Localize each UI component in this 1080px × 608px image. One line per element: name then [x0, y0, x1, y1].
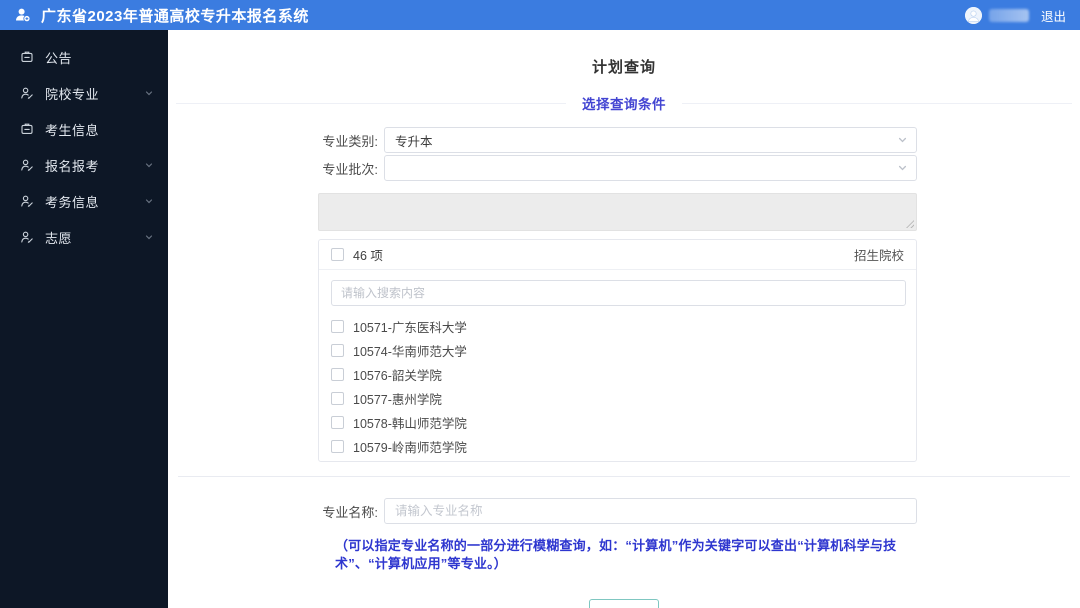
sidebar: 公告 院校专业 考生信息 报名报考 考务信息 志愿	[0, 30, 168, 608]
panel-right-label: 招生院校	[853, 249, 904, 263]
main-content: 计划查询 选择查询条件 专业类别: 专升本 专业批次: 46 项 招生院校 请输…	[168, 30, 1080, 608]
chevron-down-icon	[897, 163, 908, 174]
list-item[interactable]: 10576-韶关学院	[331, 362, 904, 386]
institution-search-input[interactable]	[331, 280, 906, 306]
sidebar-item-college-majors[interactable]: 院校专业	[0, 75, 168, 111]
app-header: 广东省2023年普通高校专升本报名系统 退出	[0, 0, 1080, 30]
institution-panel-header: 46 项 招生院校	[319, 240, 916, 270]
person-add-icon	[14, 6, 32, 24]
sidebar-item-label: 公告	[45, 50, 73, 66]
item-count: 46 项	[353, 249, 383, 263]
chevron-down-icon	[144, 88, 154, 98]
person-edit-icon	[20, 194, 34, 208]
major-name-input[interactable]	[384, 498, 917, 524]
batch-label: 专业批次:	[322, 161, 378, 177]
sidebar-item-label: 考务信息	[45, 194, 100, 210]
sidebar-item-label: 考生信息	[45, 122, 100, 138]
item-checkbox[interactable]	[331, 391, 344, 405]
app-title: 广东省2023年普通高校专升本报名系统	[41, 7, 309, 25]
user-avatar-icon	[964, 6, 982, 24]
section-separator	[178, 476, 1070, 477]
list-item[interactable]: 10574-华南师范大学	[331, 338, 904, 362]
item-checkbox[interactable]	[331, 319, 344, 333]
chevron-down-icon	[144, 196, 154, 206]
item-checkbox[interactable]	[331, 367, 344, 381]
major-name-row: 专业名称:	[318, 498, 917, 524]
sidebar-item-candidate-info[interactable]: 考生信息	[0, 111, 168, 147]
person-edit-icon	[20, 230, 34, 244]
item-checkbox[interactable]	[331, 439, 344, 453]
query-button[interactable]: 查 询	[588, 599, 660, 608]
item-checkbox[interactable]	[331, 415, 344, 429]
notice-board-icon	[20, 50, 34, 64]
sidebar-item-label: 志愿	[45, 230, 73, 246]
fuzzy-search-hint: （可以指定专业名称的一部分进行模糊查询，如：“计算机”作为关键字可以查出“计算机…	[335, 538, 897, 571]
sidebar-item-label: 报名报考	[45, 158, 100, 174]
logout-button[interactable]: 退出	[1041, 6, 1066, 25]
section-divider: 选择查询条件	[176, 93, 1072, 113]
select-query-conditions-link[interactable]: 选择查询条件	[566, 93, 682, 113]
category-select[interactable]: 专升本	[384, 127, 917, 153]
sidebar-item-exam-info[interactable]: 考务信息	[0, 183, 168, 219]
major-name-label: 专业名称:	[322, 504, 378, 520]
institution-panel: 46 项 招生院校 10571-广东医科大学 10574-华南师范大学 1057…	[318, 239, 917, 462]
category-row: 专业类别: 专升本	[318, 127, 917, 153]
item-checkbox[interactable]	[331, 343, 344, 357]
select-all-checkbox[interactable]	[331, 248, 344, 261]
person-edit-icon	[20, 86, 34, 100]
sidebar-item-announcements[interactable]: 公告	[0, 39, 168, 75]
chevron-down-icon	[897, 135, 908, 146]
person-edit-icon	[20, 158, 34, 172]
chevron-down-icon	[144, 160, 154, 170]
list-item[interactable]: 10579-岭南师范学院	[331, 434, 904, 458]
category-label: 专业类别:	[322, 133, 378, 149]
batch-select[interactable]	[384, 155, 917, 181]
sidebar-item-registration[interactable]: 报名报考	[0, 147, 168, 183]
page-title: 计划查询	[591, 59, 656, 76]
notice-board-icon	[20, 122, 34, 136]
list-item-partial	[331, 458, 904, 461]
list-item[interactable]: 10571-广东医科大学	[331, 314, 904, 338]
sidebar-item-label: 院校专业	[45, 86, 100, 102]
institution-list: 10571-广东医科大学 10574-华南师范大学 10576-韶关学院 105…	[319, 314, 916, 461]
list-item[interactable]: 10578-韩山师范学院	[331, 410, 904, 434]
selected-batches-textarea	[318, 193, 917, 231]
batch-row: 专业批次:	[318, 155, 917, 181]
list-item[interactable]: 10577-惠州学院	[331, 386, 904, 410]
category-select-value: 专升本	[395, 134, 433, 149]
sidebar-item-preferences[interactable]: 志愿	[0, 219, 168, 255]
chevron-down-icon	[144, 232, 154, 242]
username-redacted	[988, 8, 1029, 22]
